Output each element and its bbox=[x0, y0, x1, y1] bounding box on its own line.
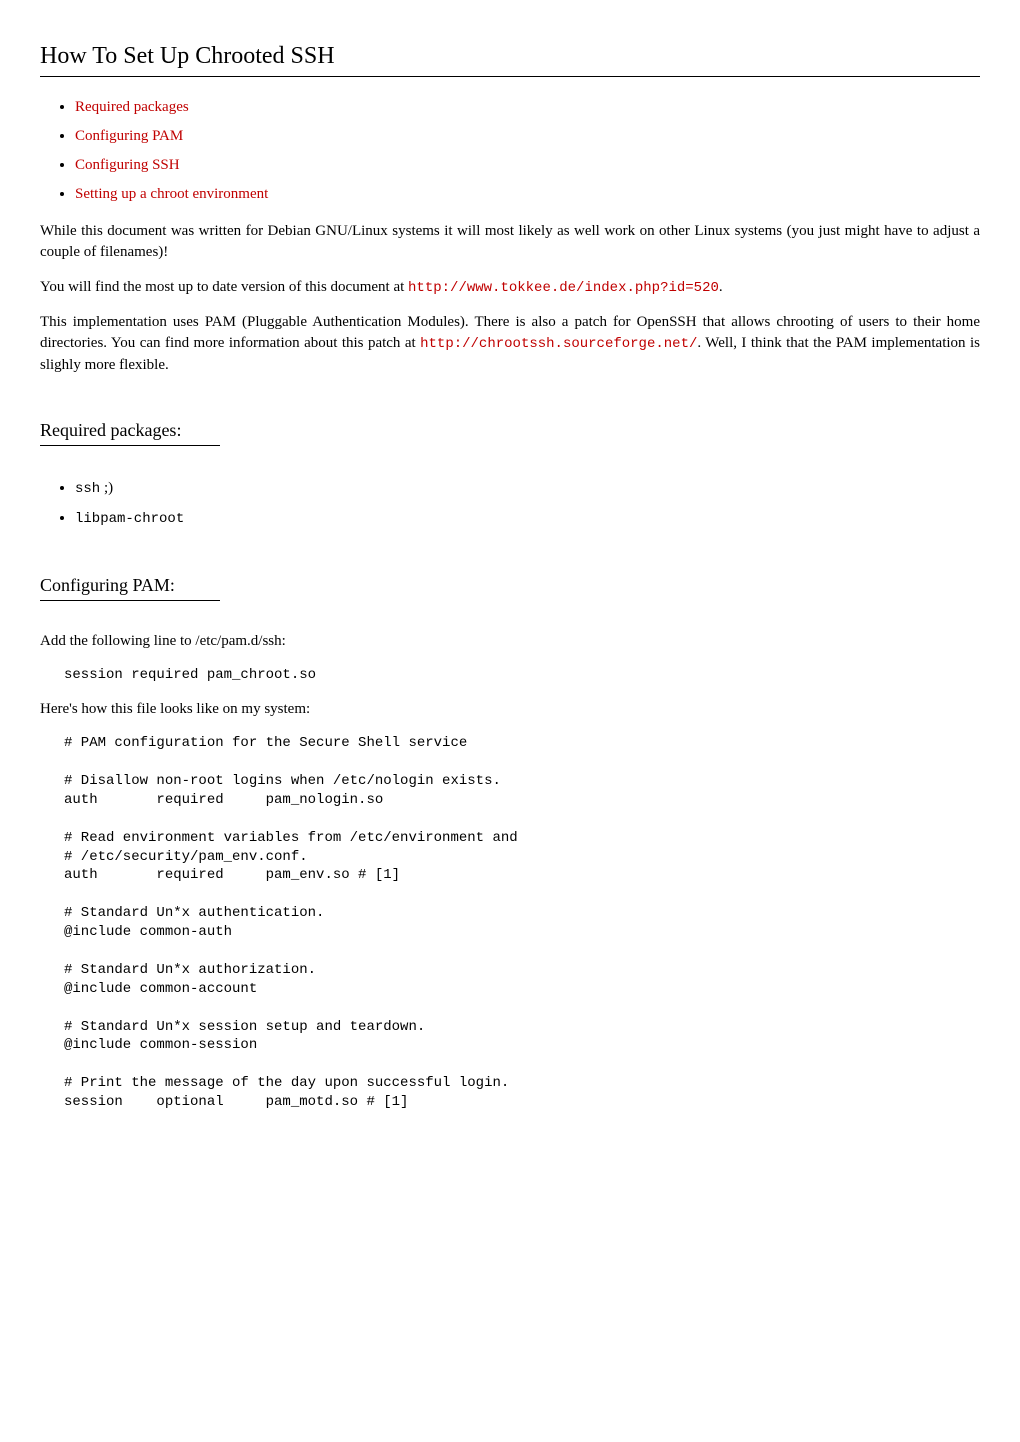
pam-code-block-1: session required pam_chroot.so bbox=[64, 666, 980, 685]
pam-instruction-1: Add the following line to /etc/pam.d/ssh… bbox=[40, 631, 980, 652]
toc-link-required-packages[interactable]: Required packages bbox=[75, 99, 189, 115]
intro-paragraph-1: While this document was written for Debi… bbox=[40, 221, 980, 263]
page-title: How To Set Up Chrooted SSH bbox=[40, 40, 980, 77]
toc-link-configuring-ssh[interactable]: Configuring SSH bbox=[75, 157, 180, 173]
pam-code-block-2: # PAM configuration for the Secure Shell… bbox=[64, 734, 980, 1112]
list-item: libpam-chroot bbox=[75, 508, 980, 530]
toc-item: Setting up a chroot environment bbox=[75, 184, 980, 205]
configuring-pam-heading: Configuring PAM: bbox=[40, 573, 220, 601]
intro-p2-text: You will find the most up to date versio… bbox=[40, 279, 408, 295]
list-item: ssh ;) bbox=[75, 478, 980, 500]
toc-item: Configuring SSH bbox=[75, 155, 980, 176]
package-tail: ;) bbox=[100, 480, 113, 496]
intro-p2-post: . bbox=[719, 279, 723, 295]
pam-instruction-2: Here's how this file looks like on my sy… bbox=[40, 699, 980, 720]
toc-item: Required packages bbox=[75, 97, 980, 118]
chrootssh-url-link[interactable]: http://chrootssh.sourceforge.net/ bbox=[420, 336, 697, 352]
intro-paragraph-2: You will find the most up to date versio… bbox=[40, 277, 980, 299]
required-packages-heading: Required packages: bbox=[40, 418, 220, 446]
package-name: ssh bbox=[75, 481, 100, 497]
toc-link-configuring-pam[interactable]: Configuring PAM bbox=[75, 128, 183, 144]
intro-paragraph-3: This implementation uses PAM (Pluggable … bbox=[40, 312, 980, 376]
doc-url-link[interactable]: http://www.tokkee.de/index.php?id=520 bbox=[408, 280, 719, 296]
package-name: libpam-chroot bbox=[75, 511, 184, 527]
required-packages-list: ssh ;) libpam-chroot bbox=[40, 478, 980, 529]
toc-link-chroot-env[interactable]: Setting up a chroot environment bbox=[75, 186, 268, 202]
toc-item: Configuring PAM bbox=[75, 126, 980, 147]
toc-list: Required packages Configuring PAM Config… bbox=[40, 97, 980, 205]
